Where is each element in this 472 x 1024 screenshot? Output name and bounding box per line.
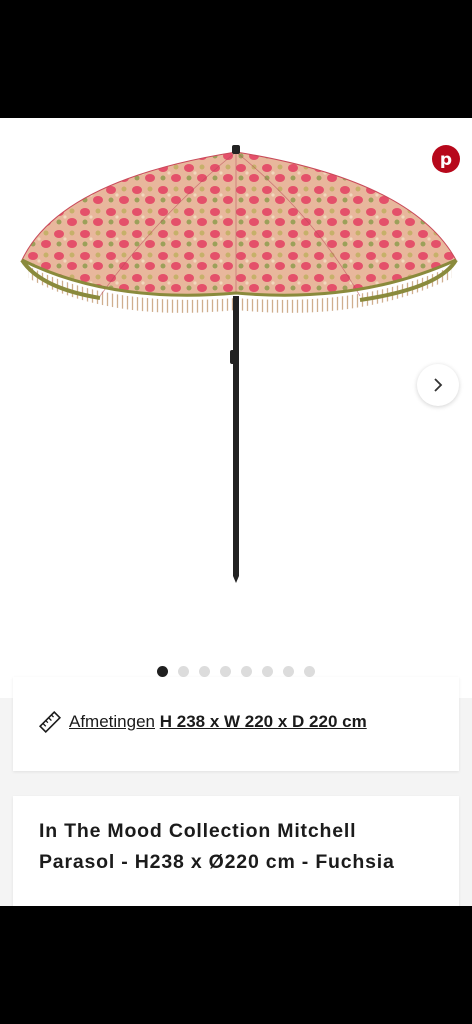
product-title: In The Mood Collection Mitchell Parasol …: [39, 820, 395, 873]
product-gallery[interactable]: p: [0, 118, 472, 658]
pagination-dot[interactable]: [178, 666, 189, 677]
pagination-dot[interactable]: [304, 666, 315, 677]
pagination-dot[interactable]: [283, 666, 294, 677]
pagination-dot[interactable]: [241, 666, 252, 677]
dimensions-label[interactable]: Afmetingen: [69, 712, 155, 731]
product-image: [20, 145, 458, 583]
pagination-dot[interactable]: [199, 666, 210, 677]
pagination-dot[interactable]: [157, 666, 168, 677]
status-bar-area: [0, 0, 472, 118]
dimensions-link[interactable]: Afmetingen H 238 x W 220 x D 220 cm: [39, 711, 367, 733]
product-title-card: In The Mood Collection Mitchell Parasol …: [13, 796, 459, 906]
next-image-button[interactable]: [417, 364, 459, 406]
svg-text:p: p: [440, 150, 452, 168]
pinterest-icon: p: [440, 150, 452, 168]
dimensions-card: Afmetingen H 238 x W 220 x D 220 cm: [13, 677, 459, 771]
chevron-right-icon: [434, 378, 443, 392]
product-page: p Afmetingen H 238 x W 220 x D 220 cm In…: [0, 118, 472, 906]
dimensions-value[interactable]: H 238 x W 220 x D 220 cm: [160, 712, 367, 731]
navigation-bar-area: [0, 906, 472, 1024]
pagination-dot[interactable]: [262, 666, 273, 677]
pinterest-save-button[interactable]: p: [432, 145, 460, 173]
pagination-dot[interactable]: [220, 666, 231, 677]
ruler-icon: [39, 711, 61, 733]
